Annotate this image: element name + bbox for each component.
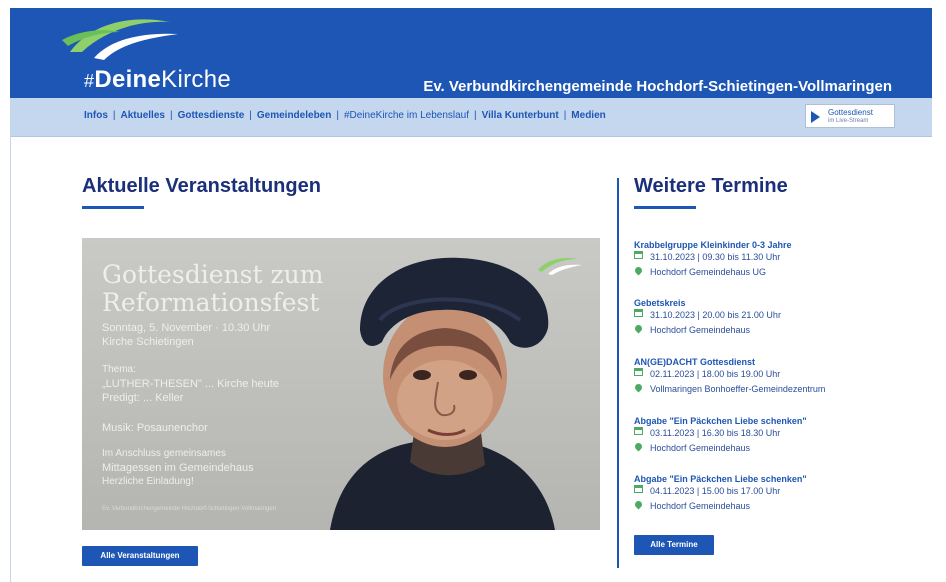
event-date: 03.11.2023 | 16.30 bis 18.30 Uhr [650, 428, 781, 438]
nav-separator: | [112, 110, 116, 121]
nav-separator: | [474, 110, 477, 121]
poster-logo-icon [538, 258, 582, 275]
page-border [10, 136, 11, 582]
nav-item-aktuelles[interactable]: Aktuelles [121, 110, 165, 121]
event-location: Hochdorf Gemeindehaus [650, 443, 751, 453]
event-date: 31.10.2023 | 09.30 bis 11.30 Uhr [650, 252, 781, 262]
column-divider [617, 178, 619, 568]
dates-heading-underline [634, 206, 696, 209]
nav-item-lebenslauf[interactable]: #DeineKirche im Lebenslauf [344, 110, 469, 121]
poster-theme-label: Thema: [102, 364, 136, 375]
logo-deine: Deine [94, 66, 162, 93]
nav-item-medien[interactable]: Medien [571, 110, 605, 121]
event-item[interactable]: Abgabe "Ein Päckchen Liebe schenken" 03.… [633, 416, 904, 456]
luther-portrait-image [330, 257, 555, 530]
site-header: #DeineKirche Ev. Verbundkirchengemeinde … [10, 8, 932, 98]
event-title[interactable]: Krabbelgruppe Kleinkinder 0-3 Jahre [634, 240, 904, 250]
dates-heading: Weitere Termine [634, 175, 788, 197]
event-title[interactable]: AN(GE)DACHT Gottesdienst [634, 357, 904, 367]
nav-separator: | [249, 110, 252, 121]
event-location: Vollmaringen Bonhoeffer-Gemeindezentrum [650, 384, 826, 394]
event-date: 02.11.2023 | 18.00 bis 19.00 Uhr [650, 369, 781, 379]
poster-fineprint: Ev. Verbundkirchengemeinde Hochdorf-Schi… [102, 506, 276, 512]
event-title[interactable]: Abgabe "Ein Päckchen Liebe schenken" [634, 474, 904, 484]
event-item[interactable]: Gebetskreis 31.10.2023 | 20.00 bis 21.00… [633, 298, 904, 338]
site-logo[interactable]: #DeineKirche [84, 66, 231, 94]
nav-menu: Infos | Aktuelles | Gottesdienste | Gemeindele… [84, 110, 606, 121]
nav-separator: | [169, 110, 173, 121]
livestream-label: Gottesdienst [828, 108, 873, 117]
event-date: 04.11.2023 | 15.00 bis 17.00 Uhr [650, 486, 781, 496]
nav-separator: | [563, 110, 567, 121]
location-pin-icon [633, 265, 644, 276]
event-item[interactable]: Krabbelgruppe Kleinkinder 0-3 Jahre 31.1… [633, 240, 904, 280]
livestream-button[interactable]: Gottesdienst im Live-Stream [805, 104, 895, 128]
poster-date: Sonntag, 5. November · 10.30 Uhr [102, 322, 271, 334]
event-item[interactable]: Abgabe "Ein Päckchen Liebe schenken" 04.… [633, 474, 904, 514]
parish-name: Ev. Verbundkirchengemeinde Hochdorf-Schi… [423, 78, 892, 95]
nav-item-gottesdienste[interactable]: Gottesdienste [178, 110, 245, 121]
poster-title-line2: Reformationsfest [102, 288, 320, 317]
calendar-icon [634, 427, 643, 436]
livestream-sublabel: im Live-Stream [828, 118, 869, 124]
events-heading: Aktuelle Veranstaltungen [82, 175, 321, 197]
poster-title-line1: Gottesdienst zum [102, 260, 324, 289]
event-poster[interactable]: Gottesdienst zum Reformationsfest Sonnta… [82, 238, 600, 530]
nav-item-villa-kunterbunt[interactable]: Villa Kunterbunt [482, 110, 559, 121]
event-title[interactable]: Gebetskreis [634, 298, 904, 308]
nav-separator: | [336, 110, 339, 121]
poster-speaker: Predigt: ... Keller [102, 392, 184, 404]
logo-kirche: Kirche [161, 66, 231, 93]
location-pin-icon [633, 323, 644, 334]
event-date: 31.10.2023 | 20.00 bis 21.00 Uhr [650, 310, 781, 320]
logo-swoosh-icon [62, 19, 178, 60]
location-pin-icon [633, 499, 644, 510]
event-location: Hochdorf Gemeindehaus [650, 501, 751, 511]
all-events-button[interactable]: Alle Veranstaltungen [82, 546, 198, 566]
all-dates-button[interactable]: Alle Termine [634, 535, 714, 555]
events-heading-underline [82, 206, 144, 209]
play-icon [811, 111, 820, 123]
calendar-icon [634, 251, 643, 260]
logo-hash: # [84, 71, 95, 91]
event-title[interactable]: Abgabe "Ein Päckchen Liebe schenken" [634, 416, 904, 426]
calendar-icon [634, 309, 643, 318]
poster-after-label: Im Anschluss gemeinsames [102, 448, 226, 459]
calendar-icon [634, 485, 643, 494]
poster-after-note: Herzliche Einladung! [102, 476, 194, 487]
calendar-icon [634, 368, 643, 377]
event-location: Hochdorf Gemeindehaus [650, 325, 751, 335]
location-pin-icon [633, 441, 644, 452]
nav-item-gemeindeleben[interactable]: Gemeindeleben [257, 110, 331, 121]
event-item[interactable]: AN(GE)DACHT Gottesdienst 02.11.2023 | 18… [633, 357, 904, 397]
location-pin-icon [633, 382, 644, 393]
poster-after-lunch: Mittagessen im Gemeindehaus [102, 462, 254, 474]
poster-place: Kirche Schietingen [102, 336, 194, 348]
poster-theme-title: „LUTHER-THESEN" ... Kirche heute [102, 378, 279, 390]
poster-music: Musik: Posaunenchor [102, 422, 208, 434]
main-navigation: Infos | Aktuelles | Gottesdienste | Gemeindele… [10, 98, 932, 137]
nav-item-infos[interactable]: Infos [84, 110, 108, 121]
event-location: Hochdorf Gemeindehaus UG [650, 267, 767, 277]
